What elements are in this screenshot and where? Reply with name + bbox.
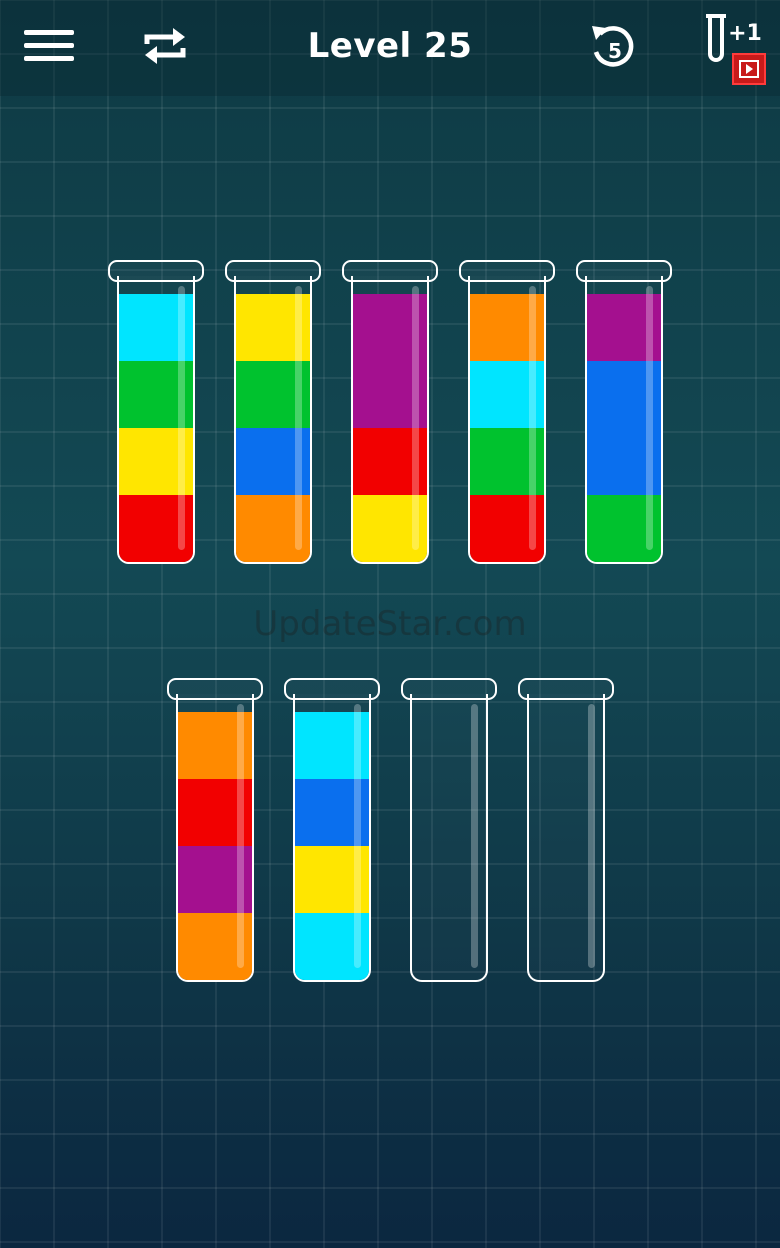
tube-body: [351, 276, 429, 564]
test-tube[interactable]: [518, 678, 614, 986]
tube-body: [527, 694, 605, 982]
glass-shine: [646, 286, 653, 550]
add-tube-icon: +1: [706, 14, 766, 85]
tube-body: [410, 694, 488, 982]
test-tube[interactable]: [576, 260, 672, 568]
glass-shine: [237, 704, 244, 968]
tube-body: [293, 694, 371, 982]
test-tube[interactable]: [225, 260, 321, 568]
add-tube-button[interactable]: +1: [700, 14, 772, 85]
add-tube-label: +1: [728, 21, 762, 46]
menu-icon: [24, 30, 74, 61]
glass-shine: [295, 286, 302, 550]
test-tube[interactable]: [342, 260, 438, 568]
tube-body: [176, 694, 254, 982]
glass-shine: [471, 704, 478, 968]
watermark-text: UpdateStar.com: [253, 604, 527, 644]
glass-shine: [178, 286, 185, 550]
test-tube[interactable]: [284, 678, 380, 986]
tube-body: [234, 276, 312, 564]
video-ad-icon: [732, 53, 766, 85]
tube-body: [585, 276, 663, 564]
test-tube[interactable]: [401, 678, 497, 986]
repeat-icon: [144, 28, 186, 64]
tube-body: [117, 276, 195, 564]
restart-button[interactable]: [133, 14, 197, 78]
test-tube[interactable]: [108, 260, 204, 568]
undo-count: 5: [608, 39, 622, 63]
test-tube[interactable]: [167, 678, 263, 986]
undo-icon: 5: [592, 26, 634, 67]
glass-shine: [354, 704, 361, 968]
menu-button[interactable]: [17, 14, 81, 78]
tube-body: [468, 276, 546, 564]
glass-shine: [588, 704, 595, 968]
undo-button[interactable]: 5: [580, 14, 644, 78]
glass-shine: [412, 286, 419, 550]
test-tube[interactable]: [459, 260, 555, 568]
level-title: Level 25: [307, 26, 473, 66]
glass-shine: [529, 286, 536, 550]
top-bar: Level 25 5 +1: [0, 0, 780, 96]
